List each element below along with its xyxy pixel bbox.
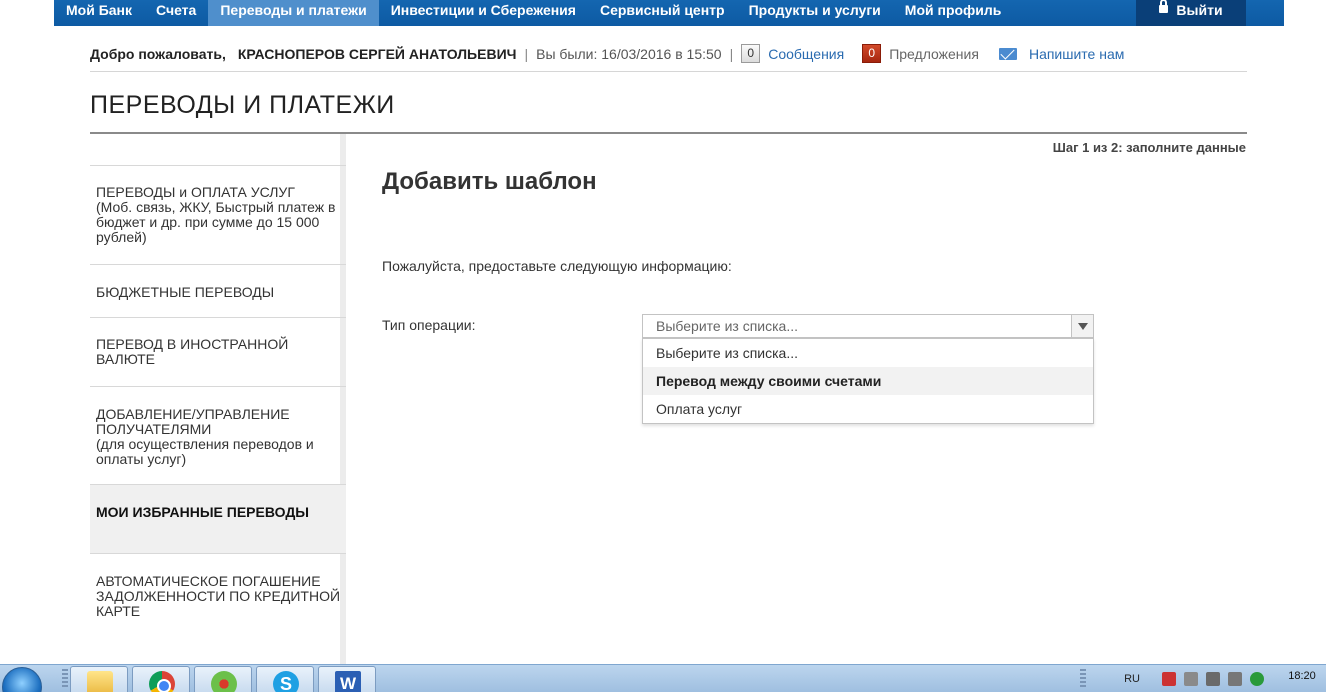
update-icon[interactable] <box>1250 672 1264 686</box>
taskbar-icq[interactable] <box>194 666 252 692</box>
system-tray: RU 18:20 <box>1124 665 1326 692</box>
nav-accounts[interactable]: Счета <box>144 0 208 26</box>
sidebar-item-label: ДОБАВЛЕНИЕ/УПРАВЛЕНИЕ ПОЛУЧАТЕЛЯМИ <box>96 406 290 437</box>
sidebar: ПЕРЕВОДЫ и ОПЛАТА УСЛУГ (Моб. связь, ЖКУ… <box>90 134 346 664</box>
logout-button[interactable]: Выйти <box>1136 0 1246 26</box>
start-button[interactable] <box>2 667 42 692</box>
form-title: Добавить шаблон <box>382 168 597 195</box>
nav-transfers[interactable]: Переводы и платежи <box>208 0 379 26</box>
welcome-bar: Добро пожаловать, КРАСНОПЕРОВ СЕРГЕЙ АНА… <box>90 36 1247 72</box>
sidebar-item-favorites[interactable]: МОИ ИЗБРАННЫЕ ПЕРЕВОДЫ <box>90 484 346 554</box>
offers-link[interactable]: Предложения <box>889 46 979 62</box>
separator: | <box>729 45 734 62</box>
last-visit: Вы были: 16/03/2016 в 15:50 <box>536 45 722 62</box>
network-icon[interactable] <box>1184 672 1198 686</box>
antivirus-icon[interactable] <box>1162 672 1176 686</box>
nav-investments[interactable]: Инвестиции и Сбережения <box>379 0 588 26</box>
sidebar-item-foreign-currency[interactable]: ПЕРЕВОД В ИНОСТРАННОЙ ВАЛЮТЕ <box>90 317 346 387</box>
sidebar-item-sublabel: (Моб. связь, ЖКУ, Быстрый платеж в бюдже… <box>96 199 336 245</box>
sidebar-item-budget-transfers[interactable]: БЮДЖЕТНЫЕ ПЕРЕВОДЫ <box>90 264 346 318</box>
word-icon: W <box>335 671 361 692</box>
sidebar-item-sublabel: (для осуществления переводов и оплаты ус… <box>96 436 314 467</box>
sidebar-item-label: ПЕРЕВОД В ИНОСТРАННОЙ ВАЛЮТЕ <box>96 336 289 367</box>
greeting: Добро пожаловать, <box>90 45 226 62</box>
taskbar-word[interactable]: W <box>318 666 376 692</box>
icq-icon <box>211 671 237 692</box>
dropdown-option-placeholder[interactable]: Выберите из списка... <box>643 339 1093 367</box>
operation-type-label: Тип операции: <box>382 317 476 333</box>
sidebar-item-label: МОИ ИЗБРАННЫЕ ПЕРЕВОДЫ <box>96 504 309 520</box>
messages-count-badge: 0 <box>741 44 761 63</box>
info-text: Пожалуйста, предоставьте следующую инфор… <box>382 258 732 274</box>
taskbar-grip <box>62 669 68 689</box>
tray-grip <box>1080 669 1086 689</box>
mail-icon <box>998 47 1017 60</box>
sidebar-item-recipients[interactable]: ДОБАВЛЕНИЕ/УПРАВЛЕНИЕ ПОЛУЧАТЕЛЯМИ (для … <box>90 386 346 485</box>
dropdown-option-own-accounts[interactable]: Перевод между своими счетами <box>643 367 1093 395</box>
nav-profile[interactable]: Мой профиль <box>893 0 1014 26</box>
lock-icon <box>1159 0 1169 13</box>
nav-my-bank[interactable]: Мой Банк <box>54 0 144 26</box>
top-navigation: Мой Банк Счета Переводы и платежи Инвест… <box>54 0 1284 26</box>
write-us-link[interactable]: Напишите нам <box>1029 46 1124 62</box>
language-indicator[interactable]: RU <box>1124 673 1140 685</box>
user-name: КРАСНОПЕРОВ СЕРГЕЙ АНАТОЛЬЕВИЧ <box>237 45 517 62</box>
select-value: Выберите из списка... <box>656 318 799 334</box>
windows-taskbar: S W RU 18:20 <box>0 664 1326 692</box>
chevron-down-icon[interactable] <box>1071 315 1093 337</box>
offers-count-badge: 0 <box>862 44 882 63</box>
messages-link[interactable]: Сообщения <box>768 46 844 62</box>
dropdown-option-services[interactable]: Оплата услуг <box>643 395 1093 423</box>
bank-page: Мой Банк Счета Переводы и платежи Инвест… <box>0 0 1326 692</box>
nav-products[interactable]: Продукты и услуги <box>737 0 893 26</box>
operation-type-dropdown: Выберите из списка... Перевод между свои… <box>642 338 1094 424</box>
taskbar-skype[interactable]: S <box>256 666 314 692</box>
flag-icon[interactable] <box>1206 672 1220 686</box>
sidebar-item-label: БЮДЖЕТНЫЕ ПЕРЕВОДЫ <box>96 284 275 300</box>
skype-icon: S <box>273 671 299 692</box>
sidebar-item-label: АВТОМАТИЧЕСКОЕ ПОГАШЕНИЕ ЗАДОЛЖЕННОСТИ П… <box>96 573 341 619</box>
logout-label: Выйти <box>1176 2 1223 18</box>
sidebar-item-label: ПЕРЕВОДЫ и ОПЛАТА УСЛУГ <box>96 184 295 200</box>
taskbar-explorer[interactable] <box>70 666 128 692</box>
step-indicator: Шаг 1 из 2: заполните данные <box>1052 140 1246 155</box>
sidebar-item-transfers-and-payments[interactable]: ПЕРЕВОДЫ и ОПЛАТА УСЛУГ (Моб. связь, ЖКУ… <box>90 165 346 265</box>
page-title: ПЕРЕВОДЫ И ПЛАТЕЖИ <box>90 91 395 119</box>
sidebar-item-auto-repayment[interactable]: АВТОМАТИЧЕСКОЕ ПОГАШЕНИЕ ЗАДОЛЖЕННОСТИ П… <box>90 553 346 664</box>
separator: | <box>524 45 529 62</box>
device-icon[interactable] <box>1228 672 1242 686</box>
clock[interactable]: 18:20 <box>1278 670 1326 682</box>
operation-type-select[interactable]: Выберите из списка... <box>642 314 1094 338</box>
taskbar-chrome[interactable] <box>132 666 190 692</box>
chrome-icon <box>149 671 175 692</box>
nav-service-center[interactable]: Сервисный центр <box>588 0 737 26</box>
folder-icon <box>87 671 113 692</box>
